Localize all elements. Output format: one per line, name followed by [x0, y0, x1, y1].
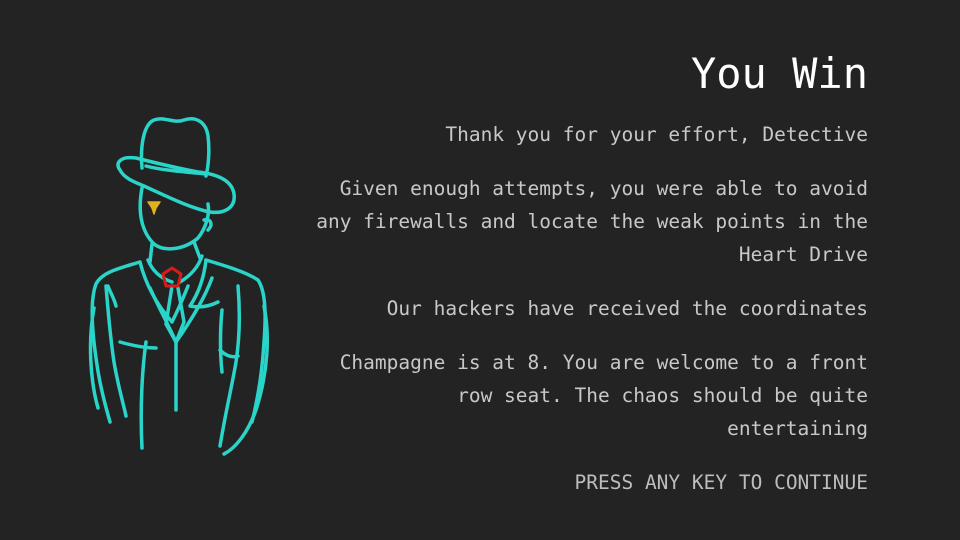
- message-paragraph-4: Champagne is at 8. You are welcome to a …: [339, 351, 868, 440]
- win-title: You Win: [690, 49, 868, 98]
- red-gem-icon: [161, 266, 183, 288]
- message-paragraph-1: Thank you for your effort, Detective: [445, 123, 868, 146]
- continue-prompt[interactable]: PRESS ANY KEY TO CONTINUE: [308, 466, 869, 499]
- detective-figure: [80, 110, 280, 470]
- message-paragraph-3: Our hackers have received the coordinate…: [386, 297, 868, 320]
- message-column: You Win Thank you for your effort, Detec…: [308, 48, 868, 499]
- win-screen[interactable]: You Win Thank you for your effort, Detec…: [0, 0, 960, 540]
- message-paragraph-2: Given enough attempts, you were able to …: [316, 177, 868, 266]
